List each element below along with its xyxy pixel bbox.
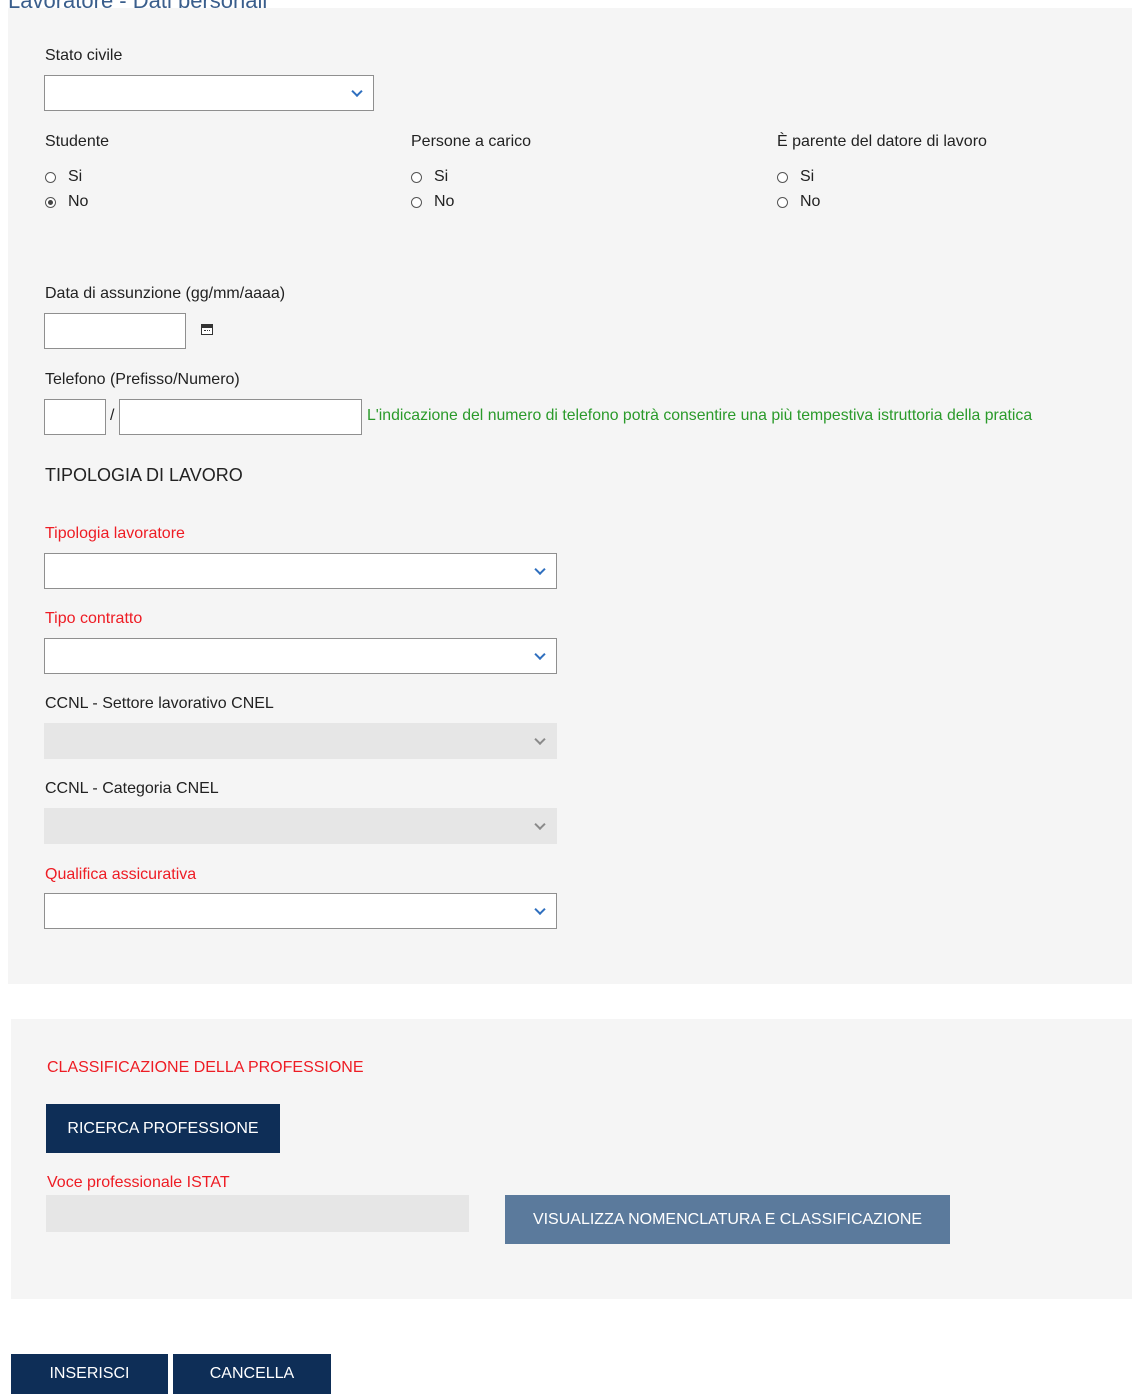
parente-label: È parente del datore di lavoro [777,133,987,150]
tipo-contratto-select[interactable] [44,638,557,674]
data-assunzione-label: Data di assunzione (gg/mm/aaaa) [45,285,286,302]
studente-radio-no[interactable]: No [45,193,88,211]
ccnl-settore-label: CCNL - Settore lavorativo CNEL [45,695,274,712]
cancella-button[interactable]: CANCELLA [173,1354,331,1394]
persone-carico-label: Persone a carico [411,133,532,150]
parente-radio-si[interactable]: Si [777,168,814,186]
chevron-down-icon [534,903,546,916]
chevron-down-icon [351,85,363,98]
classification-section-title: CLASSIFICAZIONE DELLA PROFESSIONE [47,1059,364,1076]
calendar-icon[interactable] [201,324,213,335]
chevron-down-icon [534,648,546,661]
radio-label: No [800,193,821,210]
persone-carico-radio-no[interactable]: No [411,193,454,211]
ccnl-settore-select [44,723,557,759]
inserisci-button[interactable]: INSERISCI [11,1354,168,1394]
tipologia-lavoratore-label: Tipologia lavoratore [45,525,185,542]
stato-civile-label: Stato civile [45,47,123,64]
chevron-down-icon [534,818,546,831]
qualifica-select[interactable] [44,893,557,929]
chevron-down-icon [534,563,546,576]
radio-icon[interactable] [45,171,56,183]
istat-input [46,1195,469,1232]
qualifica-label: Qualifica assicurativa [45,866,197,883]
studente-label: Studente [45,133,110,150]
radio-label: Si [800,168,815,185]
work-section-title: TIPOLOGIA DI LAVORO [45,465,243,485]
radio-label: Si [434,168,449,185]
radio-label: Si [68,168,83,185]
telefono-hint: L'indicazione del numero di telefono pot… [367,407,1033,424]
radio-label: No [68,193,89,210]
ccnl-categoria-label: CCNL - Categoria CNEL [45,780,219,797]
telefono-separator: / [110,407,115,424]
ccnl-categoria-select [44,808,557,844]
istat-label: Voce professionale ISTAT [47,1174,230,1191]
radio-checked-icon[interactable] [45,196,56,208]
telefono-label: Telefono (Prefisso/Numero) [45,371,240,388]
radio-icon[interactable] [777,171,788,183]
ricerca-professione-button[interactable]: RICERCA PROFESSIONE [46,1104,280,1153]
telefono-prefisso-input[interactable] [44,399,106,435]
persone-carico-radio-si[interactable]: Si [411,168,448,186]
radio-label: No [434,193,455,210]
data-assunzione-input[interactable] [44,313,186,349]
tipologia-lavoratore-select[interactable] [44,553,557,589]
stato-civile-select[interactable] [44,75,374,111]
tipo-contratto-label: Tipo contratto [45,610,143,627]
radio-icon[interactable] [777,196,788,208]
radio-icon[interactable] [411,196,422,208]
parente-radio-no[interactable]: No [777,193,820,211]
studente-radio-si[interactable]: Si [45,168,82,186]
radio-icon[interactable] [411,171,422,183]
visualizza-nomenclatura-button[interactable]: VISUALIZZA NOMENCLATURA E CLASSIFICAZION… [505,1195,950,1244]
chevron-down-icon [534,733,546,746]
telefono-numero-input[interactable] [119,399,362,435]
